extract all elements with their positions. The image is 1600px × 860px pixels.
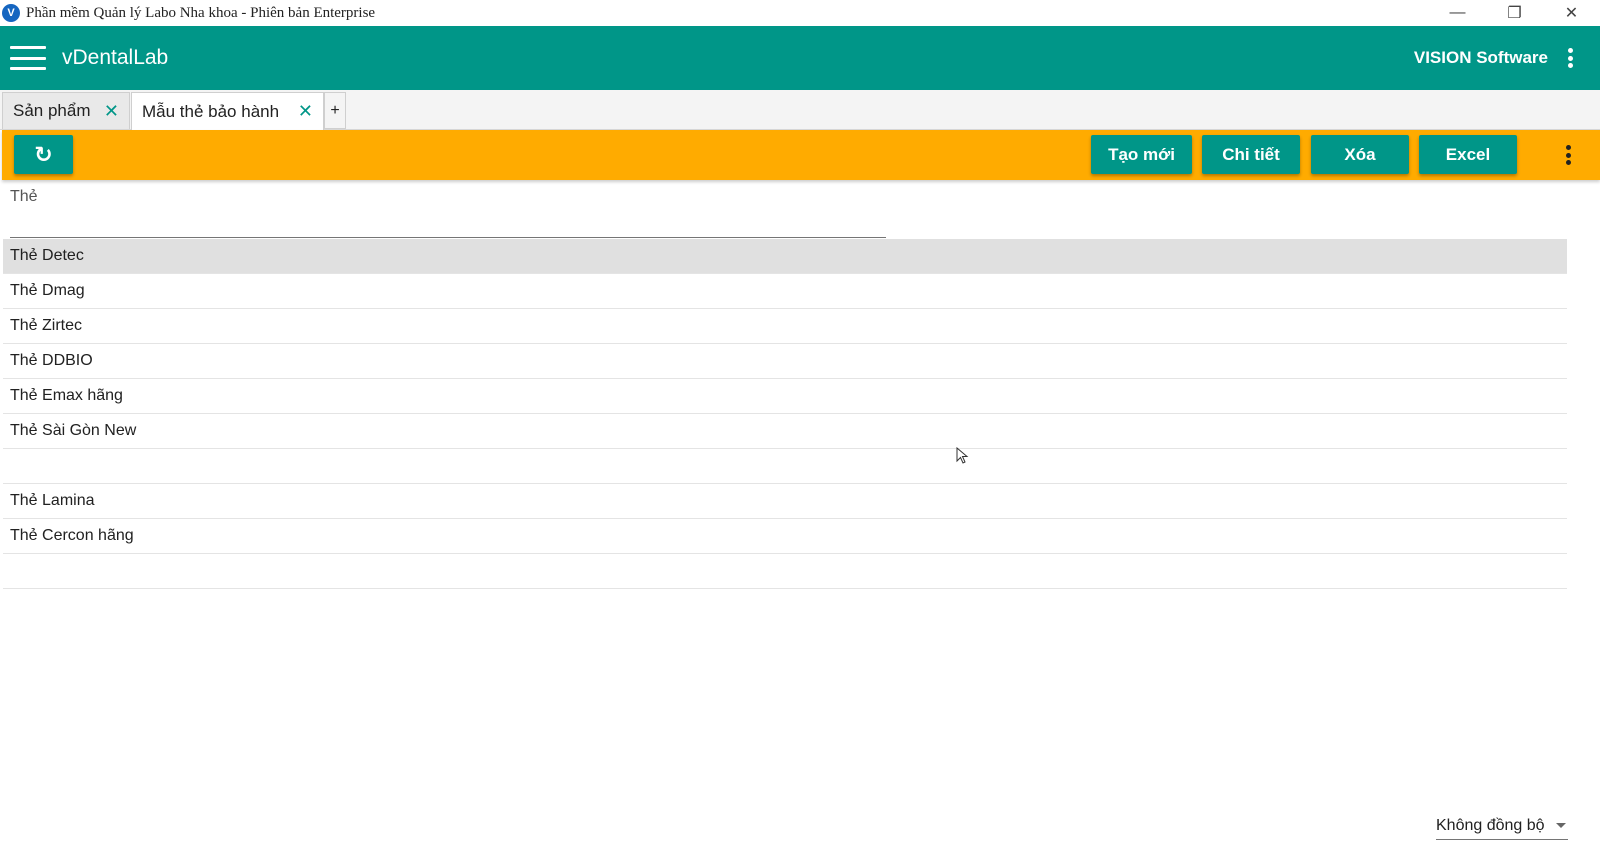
list-item[interactable]: Thẻ Detec: [3, 239, 1567, 274]
card-template-list: Thẻ Detec Thẻ Dmag Thẻ Zirtec Thẻ DDBIO Thẻ …: [3, 239, 1567, 589]
excel-export-button[interactable]: Excel: [1419, 135, 1517, 174]
detail-button[interactable]: Chi tiết: [1202, 135, 1300, 174]
hamburger-menu-icon[interactable]: [10, 46, 46, 70]
more-vert-icon[interactable]: [1556, 143, 1580, 167]
more-vert-icon[interactable]: [1558, 46, 1582, 70]
list-item[interactable]: [3, 449, 1567, 484]
sync-mode-select[interactable]: Không đồng bộ: [1436, 812, 1568, 840]
brand-name: VISION Software: [1413, 48, 1548, 67]
list-item[interactable]: Thẻ Cercon hãng: [3, 519, 1567, 554]
tab-bar: Sản phẩm ✕ Mẫu thẻ bảo hành ✕ +: [0, 90, 1600, 130]
delete-button[interactable]: Xóa: [1311, 135, 1409, 174]
refresh-icon: ↻: [34, 141, 53, 167]
restore-button[interactable]: ❐: [1486, 0, 1543, 26]
minimize-button[interactable]: —: [1429, 0, 1486, 26]
create-new-button[interactable]: Tạo mới: [1091, 135, 1192, 174]
tab-warranty-card-templates[interactable]: Mẫu thẻ bảo hành ✕: [131, 92, 324, 130]
window-controls: — ❐ ✕: [1429, 0, 1600, 26]
window-title: Phần mềm Quản lý Labo Nha khoa - Phiên b…: [26, 4, 376, 21]
list-item[interactable]: Thẻ DDBIO: [3, 344, 1567, 379]
close-window-button[interactable]: ✕: [1543, 0, 1600, 26]
list-item[interactable]: Thẻ Lamina: [3, 484, 1567, 519]
refresh-button[interactable]: ↻: [14, 135, 73, 174]
tab-products[interactable]: Sản phẩm ✕: [2, 92, 130, 129]
window-titlebar: V Phần mềm Quản lý Labo Nha khoa - Phiên…: [0, 0, 1600, 26]
app-bar: vDentalLab VISION Software: [0, 26, 1600, 90]
filter-label: Thẻ: [10, 188, 38, 205]
sync-mode-value: Không đồng bộ: [1436, 816, 1545, 834]
list-item[interactable]: [3, 554, 1567, 589]
mouse-cursor-icon: [956, 447, 969, 464]
tab-label: Sản phẩm: [13, 101, 91, 120]
close-icon[interactable]: ✕: [298, 101, 313, 122]
list-item[interactable]: Thẻ Zirtec: [3, 309, 1567, 344]
tab-label: Mẫu thẻ bảo hành: [142, 101, 280, 121]
close-icon[interactable]: ✕: [104, 101, 119, 122]
add-tab-button[interactable]: +: [324, 92, 346, 129]
list-item[interactable]: Thẻ Emax hãng: [3, 379, 1567, 414]
app-name: vDentalLab: [62, 46, 169, 69]
chevron-down-icon: [1556, 823, 1566, 828]
app-logo-icon: V: [2, 4, 20, 22]
list-item[interactable]: Thẻ Dmag: [3, 274, 1567, 309]
action-toolbar: ↻ Tạo mới Chi tiết Xóa Excel: [2, 130, 1600, 180]
list-item[interactable]: Thẻ Sài Gòn New: [3, 414, 1567, 449]
filter-input[interactable]: [10, 206, 886, 238]
